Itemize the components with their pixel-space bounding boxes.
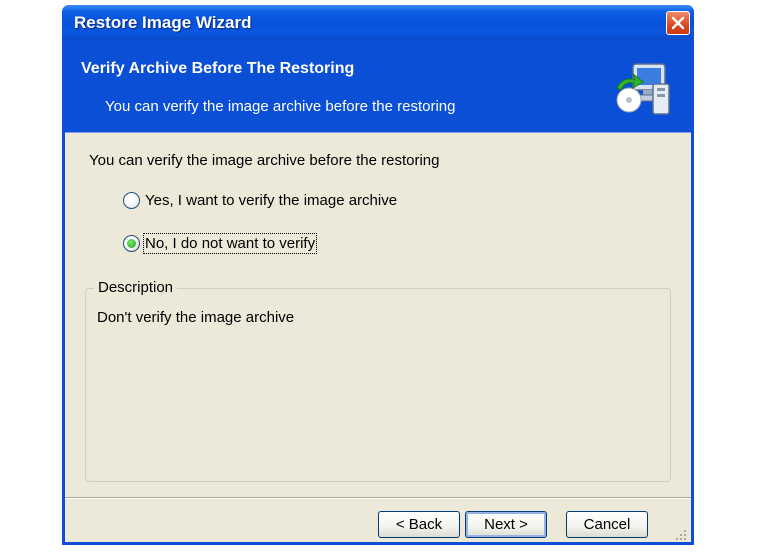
- verify-yes-radio[interactable]: [123, 192, 140, 209]
- wizard-header: Verify Archive Before The Restoring You …: [65, 40, 691, 134]
- resize-grip-icon[interactable]: [675, 529, 687, 541]
- description-text: Don't verify the image archive: [97, 309, 295, 326]
- verify-no-radio[interactable]: [123, 235, 140, 252]
- description-groupbox: Description Don't verify the image archi…: [85, 279, 671, 482]
- close-button[interactable]: [666, 11, 690, 35]
- back-button[interactable]: < Back: [378, 511, 460, 538]
- wizard-window: Restore Image Wizard Verify Archive Befo…: [62, 5, 694, 545]
- computer-restore-icon: [616, 63, 670, 115]
- wizard-content: You can verify the image archive before …: [65, 133, 691, 545]
- verify-no-option[interactable]: No, I do not want to verify: [123, 233, 318, 254]
- title-bar[interactable]: Restore Image Wizard: [62, 5, 694, 40]
- header-subtitle: You can verify the image archive before …: [105, 98, 456, 115]
- intro-text: You can verify the image archive before …: [89, 152, 440, 169]
- verify-yes-option[interactable]: Yes, I want to verify the image archive: [123, 192, 397, 209]
- close-icon: [671, 16, 685, 30]
- window-title: Restore Image Wizard: [74, 13, 252, 32]
- next-button[interactable]: Next >: [465, 511, 547, 538]
- verify-yes-label[interactable]: Yes, I want to verify the image archive: [145, 192, 397, 209]
- header-title: Verify Archive Before The Restoring: [81, 60, 355, 77]
- button-divider: [65, 497, 691, 499]
- window-frame-bottom: [62, 542, 694, 545]
- cancel-button[interactable]: Cancel: [566, 511, 648, 538]
- description-legend: Description: [94, 279, 178, 296]
- verify-no-label[interactable]: No, I do not want to verify: [142, 233, 318, 254]
